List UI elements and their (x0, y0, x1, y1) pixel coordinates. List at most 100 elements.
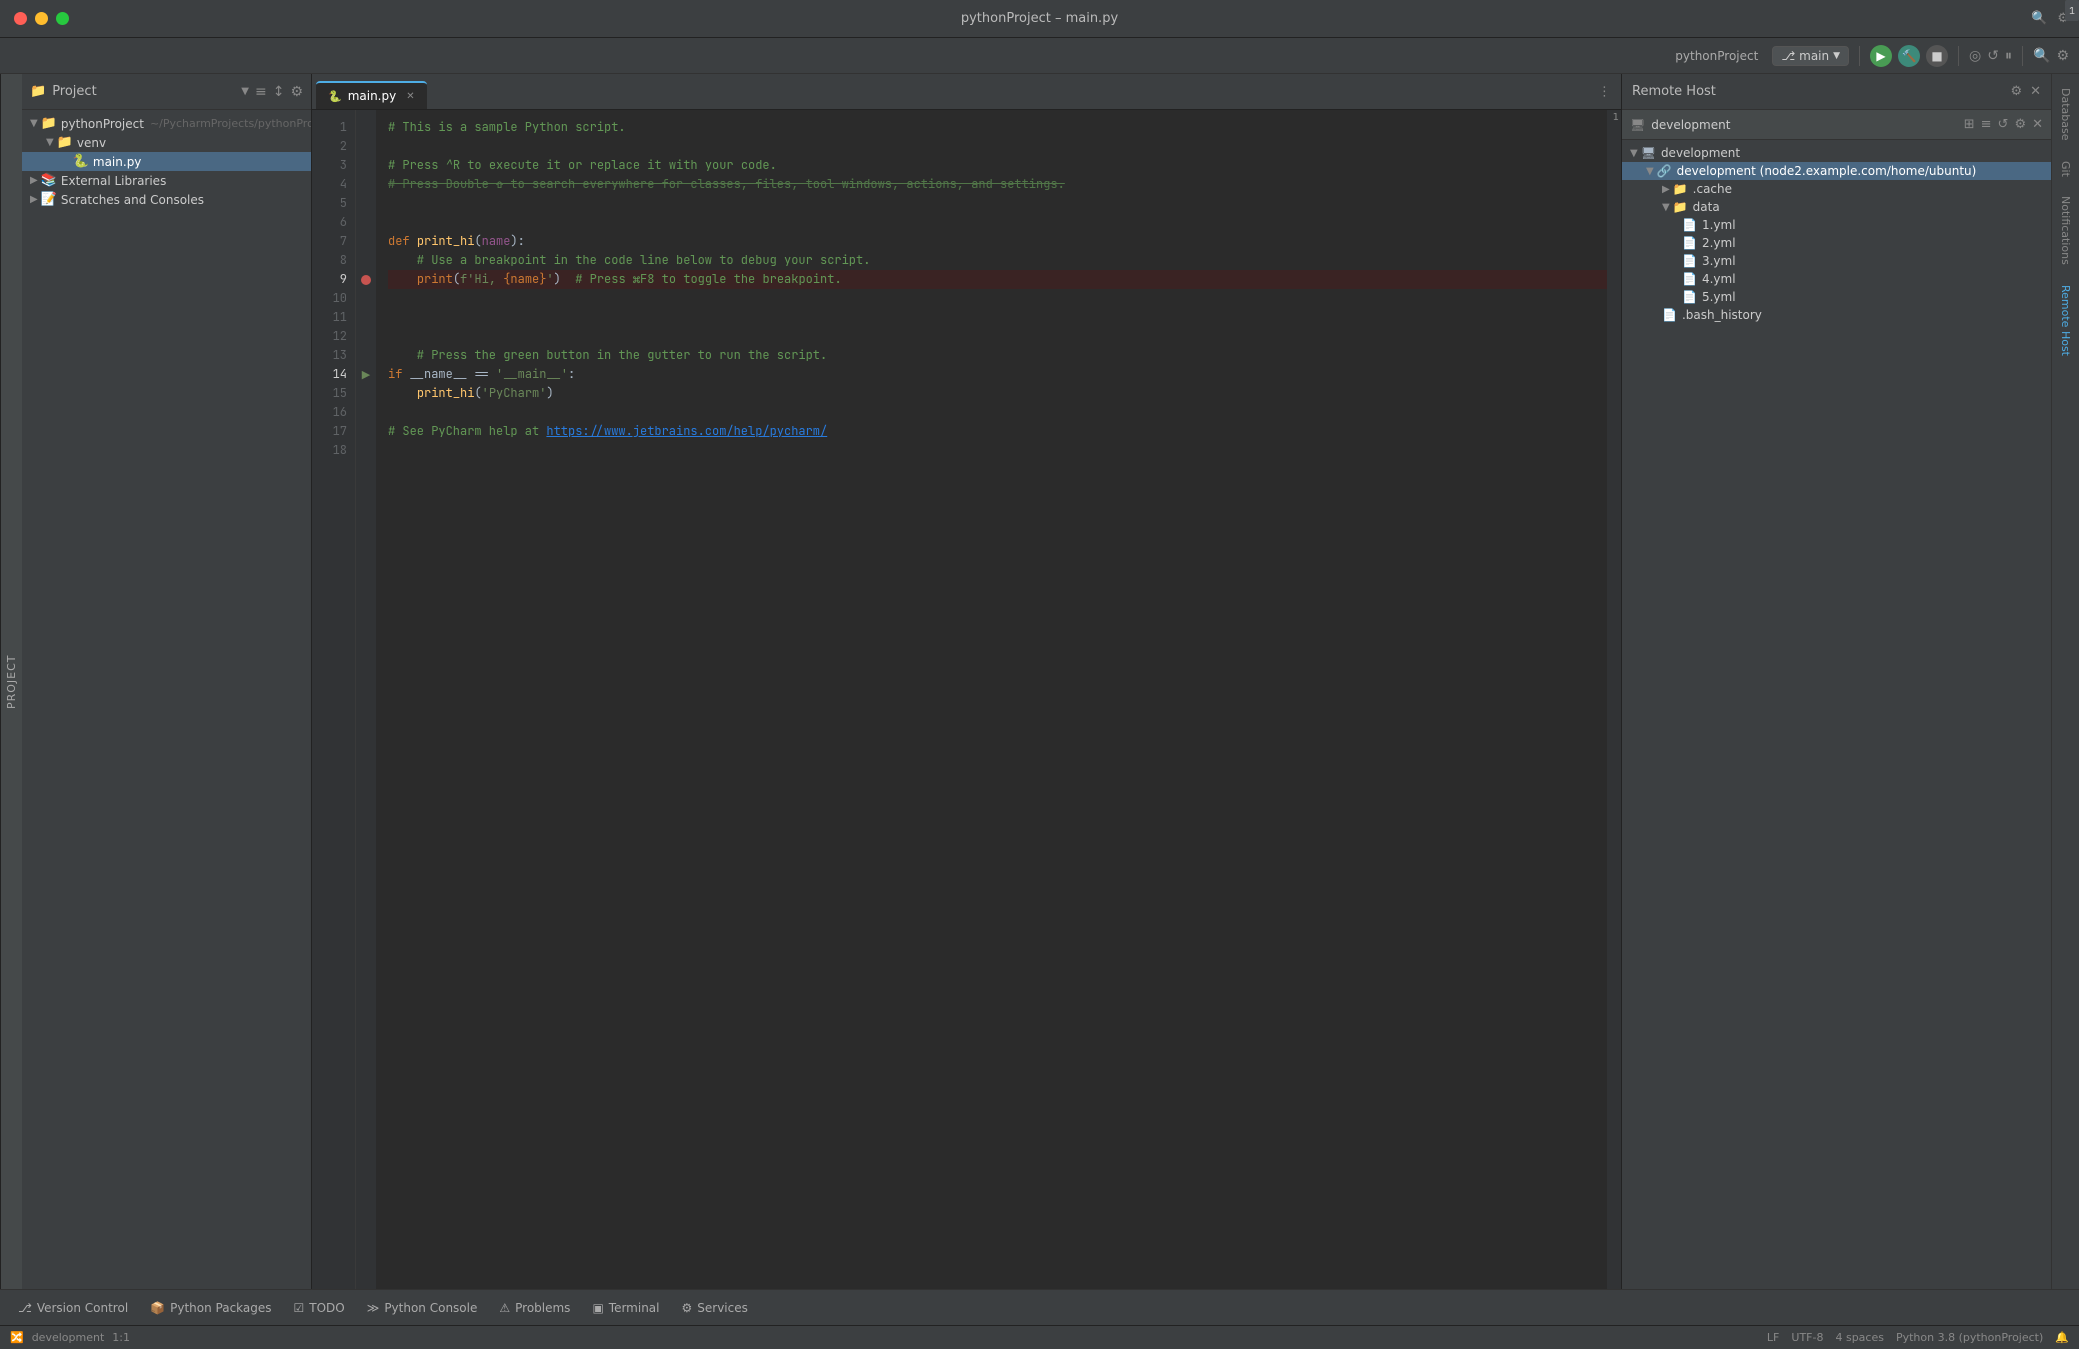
rtree-item-5yml[interactable]: 📄 5.yml (1622, 288, 2051, 306)
gutter-line-16 (356, 403, 376, 422)
run-button[interactable]: ▶ (1870, 45, 1892, 67)
tab-mainpy[interactable]: 🐍 main.py ✕ (316, 81, 427, 109)
jetbrains-help-link[interactable]: https://www.jetbrains.com/help/pycharm/ (546, 422, 827, 441)
gutter-line-14[interactable]: ▶ (356, 365, 376, 384)
yaml-icon: 📄 (1682, 254, 1697, 268)
search-icon[interactable]: 🔍 (2031, 11, 2047, 26)
stop-button[interactable]: ■ (1926, 45, 1948, 67)
rtree-item-3yml[interactable]: 📄 3.yml (1622, 252, 2051, 270)
status-line-endings[interactable]: LF (1767, 1331, 1779, 1344)
rtree-item-development-connection[interactable]: ▼ 🔗 development (node2.example.com/home/… (1622, 162, 2051, 180)
gutter-line-13 (356, 346, 376, 365)
btab-terminal[interactable]: ▣ Terminal (582, 1297, 669, 1319)
project-sidebar-label[interactable]: Project (0, 74, 22, 1289)
collapse-all-icon[interactable]: ≡ (255, 84, 267, 100)
project-actions: ≡ ↕ ⚙ (255, 84, 303, 100)
tree-item-external-libraries[interactable]: ▶ 📚 External Libraries (22, 171, 311, 190)
rtree-item-data[interactable]: ▼ 📁 data (1622, 198, 2051, 216)
find-icon[interactable]: 🔍 (2033, 48, 2050, 64)
line-num-7: 7 (312, 232, 347, 251)
coverage-icon[interactable]: ◎ (1969, 48, 1981, 64)
status-indent[interactable]: 4 spaces (1835, 1331, 1884, 1344)
breakpoint-icon (361, 275, 371, 285)
rtree-item-2yml[interactable]: 📄 2.yml (1622, 234, 2051, 252)
line-num-17: 17 (312, 422, 347, 441)
btab-label: TODO (309, 1301, 344, 1315)
code-line-17: # See PyCharm help at https://www.jetbra… (388, 422, 1607, 441)
connection-icon: 🔗 (1657, 164, 1672, 178)
btab-problems[interactable]: ⚠ Problems (489, 1297, 580, 1319)
sidebar-tab-remote-host[interactable]: Remote Host (2057, 275, 2074, 366)
close-icon[interactable]: ✕ (2032, 117, 2043, 132)
scratches-icon: 📝 (41, 192, 57, 207)
btab-python-console[interactable]: ≫ Python Console (357, 1297, 488, 1319)
code-line-4: # Press Double ⇧ to search everywhere fo… (388, 175, 1607, 194)
gear-icon[interactable]: ⚙ (290, 84, 303, 100)
tree-item-path: ~/PycharmProjects/pythonProject (150, 117, 311, 130)
tree-item-pythonproject[interactable]: ▼ 📁 pythonProject ~/PycharmProjects/pyth… (22, 114, 311, 133)
status-right: LF UTF-8 4 spaces Python 3.8 (pythonProj… (1767, 1331, 2069, 1344)
status-position[interactable]: 1:1 (112, 1331, 130, 1344)
status-branch[interactable]: development (32, 1331, 105, 1344)
expand-icon[interactable]: ⊞ (1964, 117, 1975, 132)
expand-arrow: ▶ (1662, 184, 1670, 195)
project-tree: ▼ 📁 pythonProject ~/PycharmProjects/pyth… (22, 110, 311, 1289)
tree-item-scratches[interactable]: ▶ 📝 Scratches and Consoles (22, 190, 311, 209)
remote-header-actions: ⚙ ✕ (2010, 84, 2041, 99)
minimize-button[interactable] (35, 12, 48, 25)
tree-item-venv[interactable]: ▼ 📁 venv (22, 133, 311, 152)
btab-version-control[interactable]: ⎇ Version Control (8, 1297, 138, 1319)
status-notifications-icon[interactable]: 🔔 (2055, 1331, 2069, 1344)
btab-python-packages[interactable]: 📦 Python Packages (140, 1297, 281, 1319)
branch-selector[interactable]: ⎇ main ▼ (1772, 46, 1849, 66)
settings-toolbar-icon[interactable]: ⚙ (2056, 48, 2069, 64)
collapse-all-icon[interactable]: ≡ (1981, 117, 1992, 132)
tab-close-icon[interactable]: ✕ (406, 91, 414, 102)
right-sidebar-strip: Database Git Notifications Remote Host (2051, 74, 2079, 1289)
sidebar-tab-git[interactable]: Git (2057, 151, 2074, 187)
remote-host-title: Remote Host (1632, 84, 2010, 99)
rtree-label: data (1693, 200, 1720, 214)
sync-icon[interactable]: ↺ (1998, 117, 2009, 132)
rtree-item-1yml[interactable]: 📄 1.yml (1622, 216, 2051, 234)
python-file-icon: 🐍 (73, 154, 89, 169)
status-encoding[interactable]: UTF-8 (1791, 1331, 1823, 1344)
scrollbar[interactable]: 1 (1607, 110, 1621, 1289)
rtree-item-development-root[interactable]: ▼ 🖥 development (1622, 144, 2051, 162)
reload-icon[interactable]: ↺ (1987, 48, 1999, 64)
sort-icon[interactable]: ↕ (273, 84, 285, 100)
code-editor[interactable]: # This is a sample Python script. # Pres… (376, 110, 1607, 1289)
remote-collapse-icon[interactable]: ✕ (2030, 84, 2041, 99)
line-num-1: 1 (312, 118, 347, 137)
rtree-item-bash-history[interactable]: 📄 .bash_history (1622, 306, 2051, 324)
branch-name: main (1799, 49, 1829, 63)
tree-item-mainpy[interactable]: ▶ 🐍 main.py (22, 152, 311, 171)
rtree-item-4yml[interactable]: 📄 4.yml (1622, 270, 2051, 288)
gutter-line-5 (356, 194, 376, 213)
line-num-4: 4 (312, 175, 347, 194)
sidebar-tab-database[interactable]: Database (2057, 78, 2074, 151)
status-python-version[interactable]: Python 3.8 (pythonProject) (1896, 1331, 2043, 1344)
tab-menu-icon[interactable]: ⋮ (1598, 84, 1611, 99)
project-dropdown-icon[interactable]: ▼ (241, 86, 249, 97)
title-bar: pythonProject – main.py 🔍 ⚙ (0, 0, 2079, 38)
pause-icon[interactable]: ⏸ (2005, 48, 2012, 64)
build-button[interactable]: 🔨 (1898, 45, 1920, 67)
rtree-item-cache[interactable]: ▶ 📁 .cache (1622, 180, 2051, 198)
gutter-line-9[interactable] (356, 270, 376, 289)
toolbar-right: 🔍 ⚙ (2031, 11, 2069, 26)
btab-label: Terminal (609, 1301, 660, 1315)
close-button[interactable] (14, 12, 27, 25)
maximize-button[interactable] (56, 12, 69, 25)
btab-label: Services (697, 1301, 748, 1315)
venv-icon: 📁 (57, 135, 73, 150)
git-icon: ⎇ (18, 1301, 32, 1315)
remote-settings-icon[interactable]: ⚙ (2010, 84, 2022, 99)
line-num-16: 16 (312, 403, 347, 422)
tree-item-label: main.py (93, 155, 142, 169)
btab-services[interactable]: ⚙ Services (672, 1297, 758, 1319)
rt-settings-icon[interactable]: ⚙ (2014, 117, 2026, 132)
btab-todo[interactable]: ☑ TODO (284, 1297, 355, 1319)
code-line-13: # Press the green button in the gutter t… (388, 346, 1607, 365)
sidebar-tab-notifications[interactable]: Notifications (2057, 186, 2074, 275)
